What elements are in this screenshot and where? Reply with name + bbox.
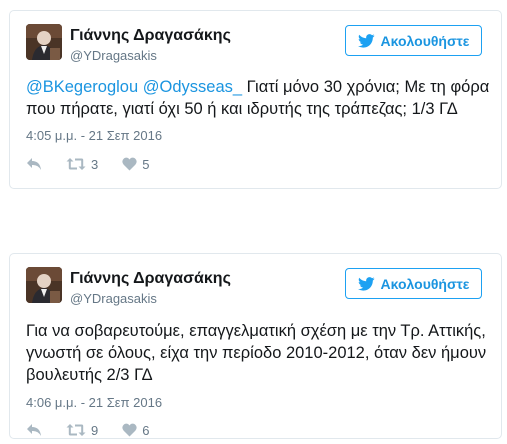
tweet-text: Για να σοβαρευτούμε, επαγγελματική σχέση… bbox=[26, 322, 487, 384]
tweet-card: Γιάννης Δραγασάκης @YDragasakis Ακολουθή… bbox=[9, 253, 502, 439]
tweet-timestamp[interactable]: 4:05 μ.μ. - 21 Σεπ 2016 bbox=[26, 128, 162, 143]
mention-link[interactable]: @Odysseas_ bbox=[143, 78, 242, 96]
heart-icon bbox=[122, 157, 137, 171]
twitter-bird-icon bbox=[357, 276, 375, 291]
follow-label: Ακολουθήστε bbox=[380, 32, 470, 49]
follow-button[interactable]: Ακολουθήστε bbox=[345, 268, 482, 299]
retweet-icon bbox=[66, 158, 86, 170]
reply-icon bbox=[27, 424, 41, 436]
reply-button[interactable] bbox=[26, 157, 42, 171]
reply-button[interactable] bbox=[26, 423, 42, 437]
follow-label: Ακολουθήστε bbox=[380, 275, 470, 292]
retweet-count: 3 bbox=[91, 156, 99, 172]
retweet-button[interactable]: 3 bbox=[66, 157, 98, 172]
retweet-button[interactable]: 9 bbox=[66, 423, 98, 438]
tweet-timestamp[interactable]: 4:06 μ.μ. - 21 Σεπ 2016 bbox=[26, 395, 162, 410]
retweet-count: 9 bbox=[91, 422, 99, 438]
tweet-actions: 3 5 bbox=[26, 155, 173, 173]
like-count: 6 bbox=[142, 422, 150, 438]
avatar[interactable] bbox=[26, 267, 62, 303]
mention-link[interactable]: @BKegeroglou bbox=[26, 78, 138, 96]
author-handle[interactable]: @YDragasakis bbox=[70, 48, 157, 63]
author-handle[interactable]: @YDragasakis bbox=[70, 291, 157, 306]
like-count: 5 bbox=[142, 156, 150, 172]
tweet-text: @BKegeroglou @Odysseas_ Γιατί μόνο 30 χρ… bbox=[26, 76, 491, 120]
twitter-bird-icon bbox=[357, 33, 375, 48]
retweet-icon bbox=[66, 424, 86, 436]
heart-icon bbox=[122, 423, 137, 437]
tweet-card: Γιάννης Δραγασάκης @YDragasakis Ακολουθή… bbox=[9, 10, 502, 189]
like-button[interactable]: 6 bbox=[122, 423, 149, 438]
tweet-actions: 9 6 bbox=[26, 421, 173, 439]
author-name[interactable]: Γιάννης Δραγασάκης bbox=[70, 27, 231, 45]
reply-icon bbox=[27, 158, 41, 170]
author-name[interactable]: Γιάννης Δραγασάκης bbox=[70, 270, 231, 288]
avatar[interactable] bbox=[26, 24, 62, 60]
like-button[interactable]: 5 bbox=[122, 157, 149, 172]
follow-button[interactable]: Ακολουθήστε bbox=[345, 25, 482, 56]
